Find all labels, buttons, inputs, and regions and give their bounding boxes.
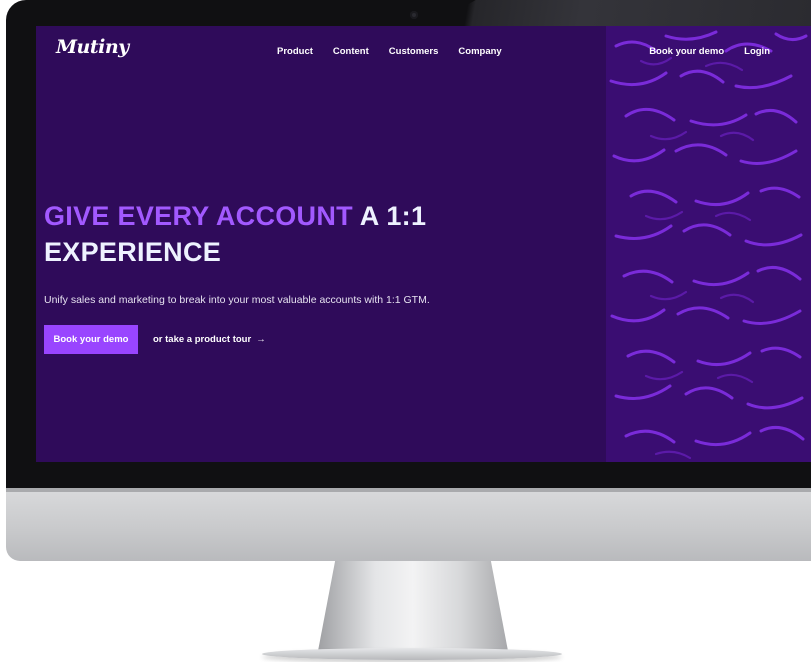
nav-book-demo-link[interactable]: Book your demo [649, 46, 724, 57]
nav-item-content[interactable]: Content [333, 46, 369, 57]
product-tour-link[interactable]: or take a product tour → [153, 334, 266, 345]
nav-item-company[interactable]: Company [458, 46, 501, 57]
decorative-pattern [606, 26, 811, 462]
monitor-chin [6, 488, 811, 561]
arrow-right-icon: → [256, 334, 266, 345]
mutiny-logo[interactable]: Mutiny [56, 36, 129, 58]
camera-icon [410, 11, 418, 19]
product-tour-label: or take a product tour [153, 334, 252, 345]
hero-subtitle: Unify sales and marketing to break into … [44, 294, 430, 306]
book-demo-button[interactable]: Book your demo [44, 325, 138, 354]
nav-login-link[interactable]: Login [744, 46, 770, 57]
pattern-graphic [609, 30, 808, 460]
nav-item-customers[interactable]: Customers [389, 46, 439, 57]
bezel-reflection [430, 0, 811, 26]
hero-title-line2: EXPERIENCE [44, 237, 222, 267]
monitor-stand [318, 561, 508, 651]
monitor-base [262, 648, 562, 660]
monitor-mockup: Mutiny Product Content Customers Company… [0, 0, 811, 662]
hero-title-light: A 1:1 [359, 201, 427, 231]
main-nav: Product Content Customers Company [277, 46, 502, 57]
browser-screen: Mutiny Product Content Customers Company… [36, 26, 811, 462]
hero-title-accent: GIVE EVERY ACCOUNT [44, 201, 353, 231]
nav-item-product[interactable]: Product [277, 46, 313, 57]
hero-title: GIVE EVERY ACCOUNT A 1:1 EXPERIENCE [44, 198, 564, 270]
nav-actions: Book your demo Login [649, 46, 770, 57]
chin-edge [6, 488, 811, 492]
